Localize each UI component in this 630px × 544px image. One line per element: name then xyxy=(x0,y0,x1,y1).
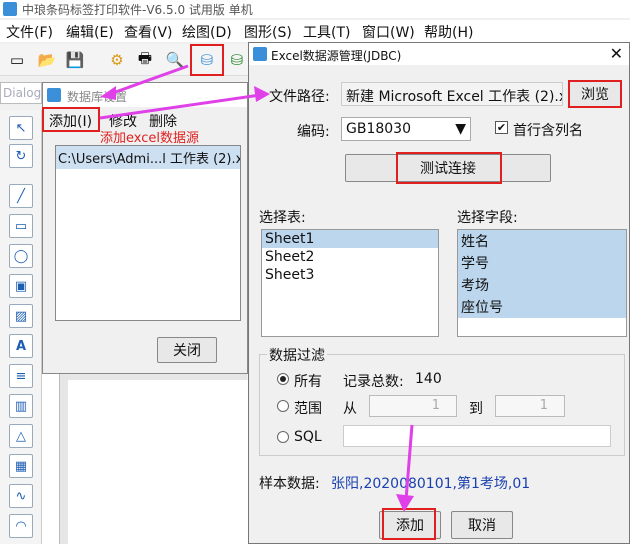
guide-arrows xyxy=(99,64,414,512)
arrow-head xyxy=(396,494,414,512)
arrow-to-database-settings xyxy=(109,64,189,96)
arrow-head xyxy=(100,86,116,100)
arrow-to-file-path xyxy=(99,93,261,120)
arrow-head xyxy=(254,86,270,102)
arrow-to-add-button xyxy=(404,424,414,501)
